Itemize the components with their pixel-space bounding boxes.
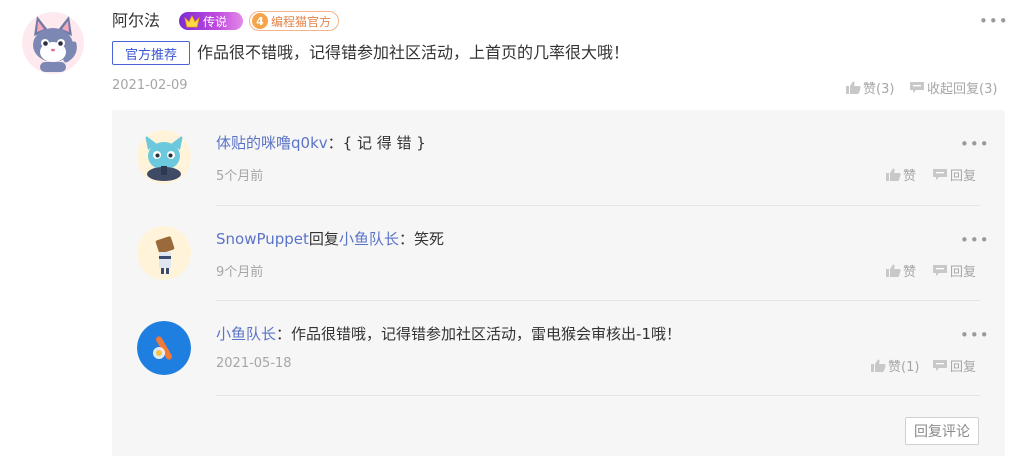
- collapse-replies-button[interactable]: 收起回复(3): [909, 78, 997, 97]
- legend-badge: 传说: [179, 12, 243, 30]
- thumbs-up-icon: [886, 168, 901, 181]
- reply-like-button[interactable]: 赞: [886, 165, 916, 184]
- comment-bubble-icon: [910, 82, 924, 93]
- reply-like-label: 赞: [903, 265, 917, 280]
- reply-text: 笑死: [413, 230, 444, 248]
- official-recommend-tag: 官方推荐: [112, 41, 190, 65]
- reply-reply-label: 回复: [950, 169, 977, 184]
- comment-bubble-icon: [933, 169, 947, 180]
- reply-author-link[interactable]: SnowPuppet: [216, 230, 309, 248]
- level-badge: 4 编程猫官方: [249, 11, 339, 31]
- reply-content-line: 体贴的咪噜q0kv：{ 记 得 错 }: [216, 133, 426, 153]
- comment-date: 2021-02-09: [112, 78, 188, 93]
- reply-avatar[interactable]: [137, 321, 191, 375]
- reply-more-menu-icon[interactable]: •••: [960, 328, 990, 343]
- thumbs-up-icon: [846, 81, 861, 94]
- legend-badge-label: 传说: [203, 14, 228, 29]
- reply-date: 5个月前: [216, 169, 264, 184]
- reply-content-line: SnowPuppet回复小鱼队长：笑死: [216, 229, 444, 249]
- reply-separator: ：: [327, 134, 343, 152]
- thumbs-up-icon: [886, 264, 901, 277]
- reply-reply-label: 回复: [950, 360, 977, 375]
- comment-text: 作品很不错哦，记得错参加社区活动，上首页的几率很大哦！: [197, 43, 630, 62]
- reply-content-line: 小鱼队长：作品很错哦，记得错参加社区活动，雷电猴会审核出-1哦！: [216, 324, 681, 344]
- comment-like-button[interactable]: 赞(3): [846, 78, 894, 97]
- reply-separator: ：: [398, 230, 414, 248]
- reply-avatar[interactable]: [137, 226, 191, 280]
- author-avatar[interactable]: [22, 12, 84, 74]
- collapse-replies-label: 收起回复(3): [927, 82, 998, 97]
- reply-divider: [216, 205, 980, 206]
- crown-icon: [184, 15, 200, 28]
- reply-like-button[interactable]: 赞(1): [871, 356, 919, 375]
- reply-comment-button[interactable]: 回复评论: [905, 417, 979, 445]
- thumbs-up-icon: [871, 359, 886, 372]
- reply-reply-button[interactable]: 回复: [932, 261, 976, 280]
- reply-author-link[interactable]: 小鱼队长: [216, 325, 276, 343]
- reply-reply-label: 回复: [950, 265, 977, 280]
- reply-target-link[interactable]: 小鱼队长: [339, 230, 399, 248]
- reply-like-button[interactable]: 赞: [886, 261, 916, 280]
- reply-word: 回复: [308, 230, 339, 248]
- comment-more-menu-icon[interactable]: •••: [979, 14, 1009, 29]
- reply-more-menu-icon[interactable]: •••: [960, 233, 990, 248]
- reply-reply-button[interactable]: 回复: [932, 356, 976, 375]
- reply-more-menu-icon[interactable]: •••: [960, 137, 990, 152]
- reply-divider: [216, 395, 980, 396]
- reply-date: 2021-05-18: [216, 356, 292, 371]
- reply-avatar[interactable]: [137, 130, 191, 184]
- comment-author-name[interactable]: 阿尔法: [112, 10, 160, 32]
- reply-divider: [216, 300, 980, 301]
- reply-author-link[interactable]: 体贴的咪噜q0kv: [216, 134, 328, 152]
- reply-text: { 记 得 错 }: [342, 134, 426, 152]
- replies-panel: [112, 110, 1005, 456]
- reply-like-label: 赞(1): [888, 360, 920, 375]
- reply-separator: ：: [276, 325, 292, 343]
- comment-bubble-icon: [933, 360, 947, 371]
- reply-text: 作品很错哦，记得错参加社区活动，雷电猴会审核出-1哦！: [291, 325, 681, 343]
- reply-reply-button[interactable]: 回复: [932, 165, 976, 184]
- reply-like-label: 赞: [903, 169, 917, 184]
- level-badge-label: 编程猫官方: [271, 14, 332, 29]
- level-number-icon: 4: [252, 13, 268, 29]
- comment-bubble-icon: [933, 265, 947, 276]
- reply-date: 9个月前: [216, 265, 264, 280]
- comment-like-label: 赞(3): [863, 82, 895, 97]
